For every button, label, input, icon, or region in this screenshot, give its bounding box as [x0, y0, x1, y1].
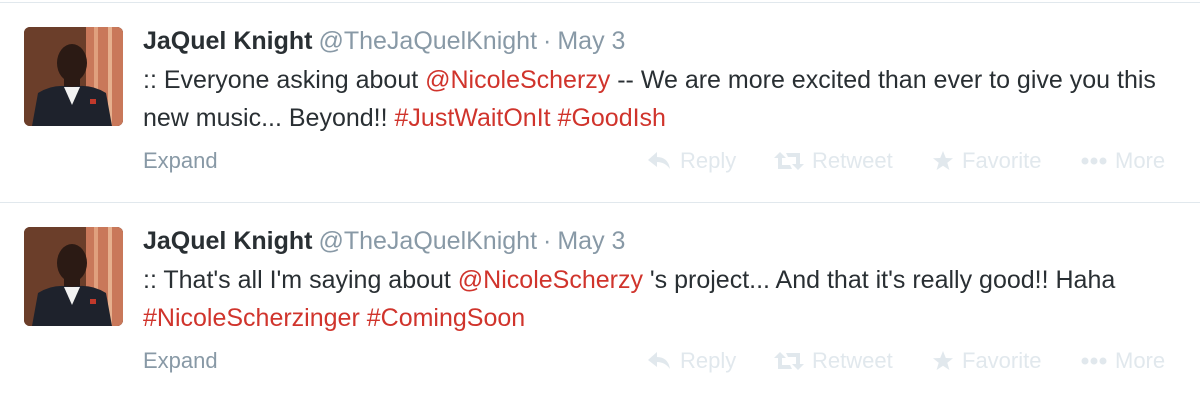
text-segment: :: That's all I'm saying about [143, 266, 458, 294]
avatar[interactable] [24, 27, 123, 126]
favorite-label: Favorite [962, 148, 1042, 173]
avatar[interactable] [24, 227, 123, 326]
hashtag-link[interactable]: #GoodIsh [558, 104, 666, 132]
more-button[interactable]: More [1081, 146, 1165, 176]
favorite-label: Favorite [962, 348, 1042, 373]
retweet-label: Retweet [812, 148, 893, 173]
retweet-button[interactable]: Retweet [774, 146, 893, 176]
tweet-text: :: Everyone asking about @NicoleScherzy … [143, 61, 1173, 137]
tweet-text: :: That's all I'm saying about @NicoleSc… [143, 261, 1173, 337]
tweet-timestamp[interactable]: May 3 [557, 227, 625, 255]
fullname[interactable]: JaQuel Knight [143, 227, 312, 255]
mention-link[interactable]: @NicoleScherzy [425, 66, 610, 94]
text-segment [360, 304, 367, 332]
tweet-header: JaQuel Knight @TheJaQuelKnight · May 3 [143, 225, 625, 257]
mention-link[interactable]: @NicoleScherzy [458, 266, 643, 294]
text-segment: 's project... And that it's really good!… [642, 266, 1116, 294]
fullname[interactable]: JaQuel Knight [143, 27, 312, 55]
retweet-icon [774, 352, 804, 370]
reply-arrow-icon [648, 152, 670, 169]
time-separator: · [543, 27, 552, 55]
tweet[interactable]: JaQuel Knight @TheJaQuelKnight · May 3 :: E… [0, 2, 1200, 200]
more-label: More [1115, 148, 1166, 173]
ellipsis-icon [1081, 357, 1107, 365]
ellipsis-icon [1081, 157, 1107, 165]
tweet-actions: Reply Retweet Favorite More [648, 346, 1188, 376]
tweet-timestamp[interactable]: May 3 [557, 27, 625, 55]
reply-label: Reply [680, 148, 737, 173]
reply-arrow-icon [648, 352, 670, 369]
hashtag-link[interactable]: #NicoleScherzinger [143, 304, 360, 332]
retweet-button[interactable]: Retweet [774, 346, 893, 376]
more-label: More [1115, 348, 1166, 373]
more-button[interactable]: More [1081, 346, 1165, 376]
expand-link[interactable]: Expand [143, 346, 218, 376]
hashtag-link[interactable]: #JustWaitOnIt [395, 104, 551, 132]
tweet-timeline: JaQuel Knight @TheJaQuelKnight · May 3 :: E… [0, 0, 1200, 401]
hashtag-link[interactable]: #ComingSoon [367, 304, 525, 332]
tweet-actions: Reply Retweet Favorite More [648, 146, 1188, 176]
expand-link[interactable]: Expand [143, 146, 218, 176]
reply-button[interactable]: Reply [648, 346, 736, 376]
text-segment [551, 104, 558, 132]
reply-button[interactable]: Reply [648, 146, 736, 176]
username[interactable]: @TheJaQuelKnight [318, 227, 537, 255]
time-separator: · [543, 227, 552, 255]
retweet-icon [774, 152, 804, 170]
username[interactable]: @TheJaQuelKnight [318, 27, 537, 55]
retweet-label: Retweet [812, 348, 893, 373]
star-icon [933, 151, 953, 170]
reply-label: Reply [680, 348, 737, 373]
text-segment: :: Everyone asking about [143, 66, 426, 94]
star-icon [933, 351, 953, 370]
favorite-button[interactable]: Favorite [932, 346, 1041, 376]
tweet[interactable]: JaQuel Knight @TheJaQuelKnight · May 3 :: T… [0, 202, 1200, 400]
tweet-header: JaQuel Knight @TheJaQuelKnight · May 3 [143, 25, 625, 57]
favorite-button[interactable]: Favorite [932, 146, 1041, 176]
